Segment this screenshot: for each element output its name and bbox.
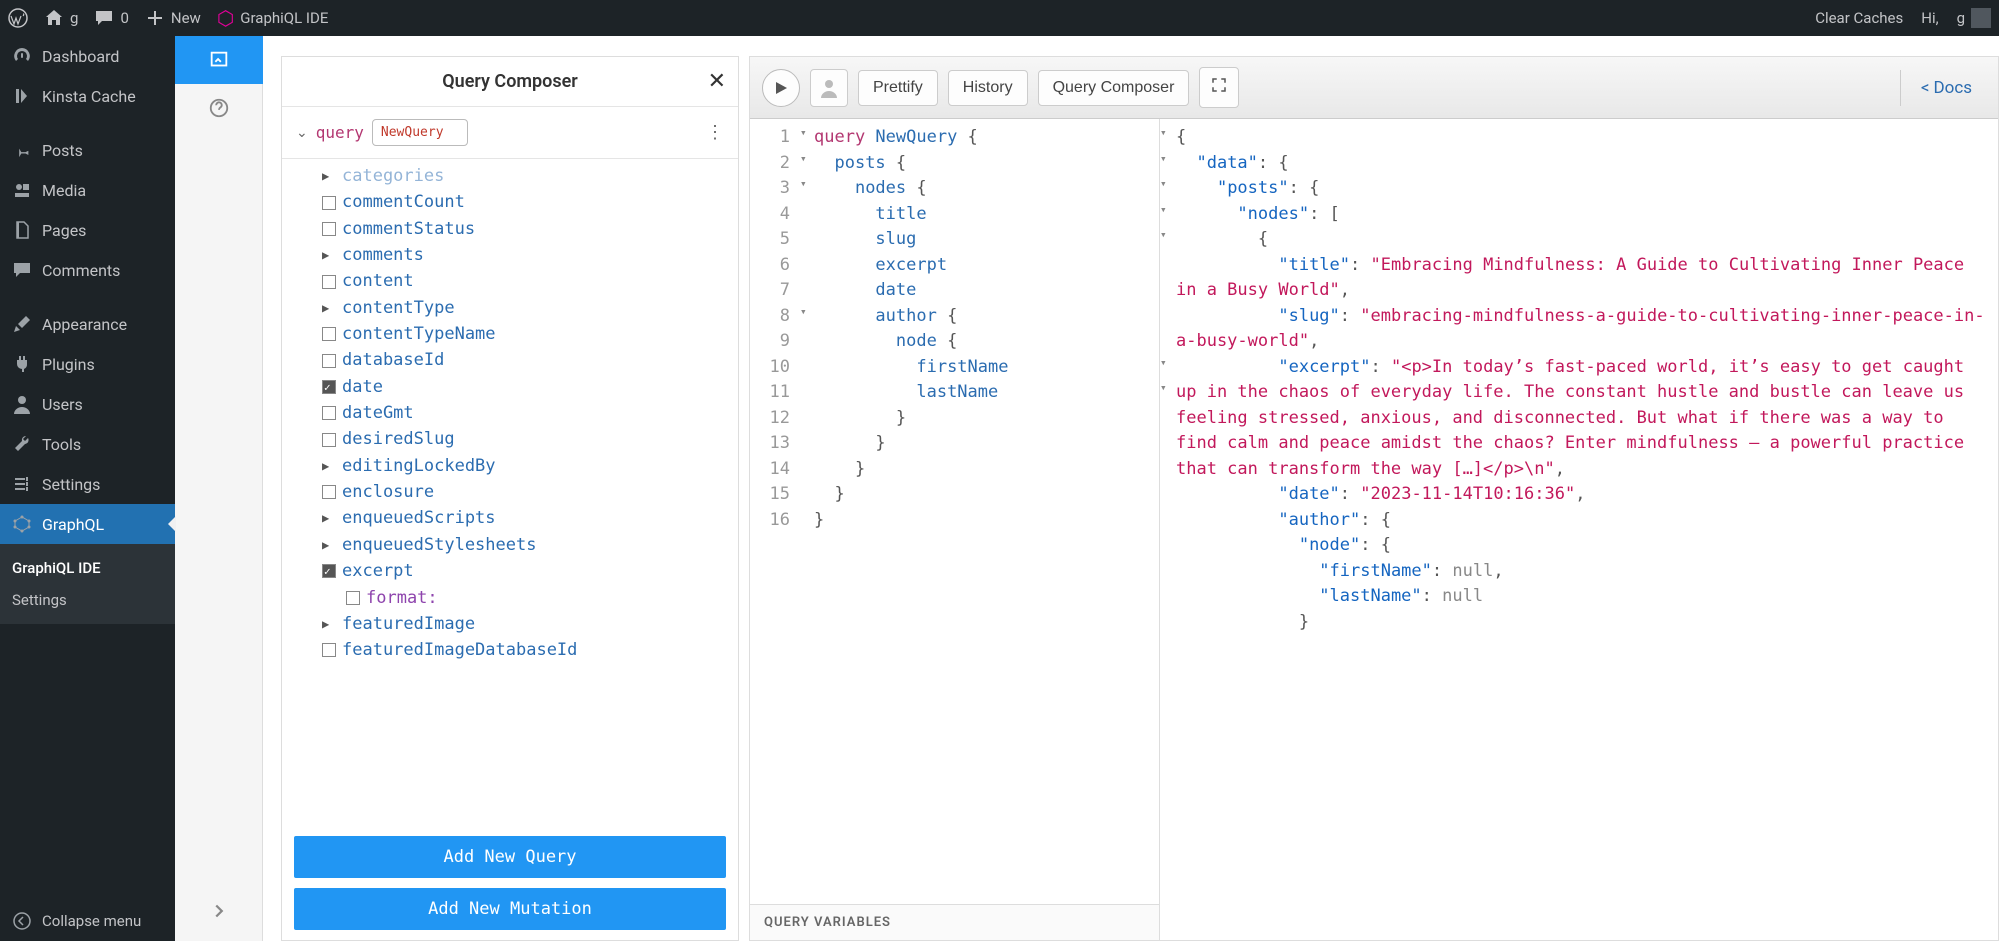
sidebar-item-appearance[interactable]: Appearance [0, 304, 175, 344]
sidebar-item-tools[interactable]: Tools [0, 424, 175, 464]
field-content[interactable]: content [322, 268, 738, 294]
graphiql-icon-sidebar [175, 36, 263, 941]
sidebar-item-dashboard[interactable]: Dashboard [0, 36, 175, 76]
explorer-icon[interactable] [175, 36, 263, 84]
wp-logo-icon[interactable] [8, 8, 28, 28]
collapse-menu[interactable]: Collapse menu [0, 901, 175, 941]
user-greeting[interactable]: Hi, [1921, 9, 1938, 27]
new-link[interactable]: New [145, 8, 201, 28]
query-keyword: query [316, 123, 364, 142]
field-date[interactable]: date [322, 374, 738, 400]
comments-link[interactable]: 0 [94, 8, 128, 28]
sidebar-item-plugins[interactable]: Plugins [0, 344, 175, 384]
query-composer-panel: Query Composer ✕ ⌄ query ⋮ ▶categoriesco… [281, 56, 739, 941]
sidebar-item-settings[interactable]: Settings [0, 464, 175, 504]
add-query-button[interactable]: Add New Query [294, 836, 726, 878]
avatar [1971, 8, 1991, 28]
query-editor[interactable]: 12345678910111213141516▾▾▾▾query NewQuer… [750, 119, 1160, 940]
sidebar-item-kinsta-cache[interactable]: Kinsta Cache [0, 76, 175, 116]
field-categories[interactable]: ▶categories [322, 163, 738, 189]
field-enqueuedStylesheets[interactable]: ▶enqueuedStylesheets [322, 532, 738, 558]
graphql-logo-icon: ⬡ [217, 6, 234, 30]
composer-button[interactable]: Query Composer [1038, 70, 1190, 106]
field-dateGmt[interactable]: dateGmt [322, 400, 738, 426]
sidebar-item-posts[interactable]: Posts [0, 130, 175, 170]
field-databaseId[interactable]: databaseId [322, 347, 738, 373]
field-commentCount[interactable]: commentCount [322, 189, 738, 215]
more-icon[interactable]: ⋮ [706, 122, 724, 143]
submenu-item[interactable]: GraphiQL IDE [0, 552, 175, 584]
field-format[interactable]: format: [322, 585, 738, 611]
field-contentType[interactable]: ▶contentType [322, 295, 738, 321]
add-mutation-button[interactable]: Add New Mutation [294, 888, 726, 930]
close-icon[interactable]: ✕ [708, 69, 726, 94]
chevron-right-icon[interactable] [175, 887, 263, 935]
field-featuredImageDatabaseId[interactable]: featuredImageDatabaseId [322, 637, 738, 663]
history-button[interactable]: History [948, 70, 1028, 106]
graphiql-ide-link[interactable]: ⬡GraphiQL IDE [217, 6, 329, 30]
docs-button[interactable]: <Docs [1900, 70, 1986, 106]
field-desiredSlug[interactable]: desiredSlug [322, 426, 738, 452]
user-initial[interactable]: g [1957, 8, 1991, 28]
field-enclosure[interactable]: enclosure [322, 479, 738, 505]
field-contentTypeName[interactable]: contentTypeName [322, 321, 738, 347]
sidebar-item-media[interactable]: Media [0, 170, 175, 210]
composer-field-list: ▶categoriescommentCountcommentStatus▶com… [282, 159, 738, 826]
site-home[interactable]: g [44, 8, 78, 28]
sidebar-item-comments[interactable]: Comments [0, 250, 175, 290]
chevron-down-icon[interactable]: ⌄ [296, 125, 308, 141]
fullscreen-button[interactable] [1199, 67, 1239, 108]
field-commentStatus[interactable]: commentStatus [322, 216, 738, 242]
prettify-button[interactable]: Prettify [858, 70, 938, 106]
query-variables-toggle[interactable]: QUERY VARIABLES [750, 904, 1159, 940]
wp-adminbar: g 0 New ⬡GraphiQL IDE Clear Caches Hi, g [0, 0, 1999, 36]
help-icon[interactable] [175, 84, 263, 132]
composer-title: Query Composer [442, 71, 578, 92]
field-enqueuedScripts[interactable]: ▶enqueuedScripts [322, 505, 738, 531]
submenu-item[interactable]: Settings [0, 584, 175, 616]
graphiql-toolbar: Prettify History Query Composer <Docs [750, 57, 1998, 119]
field-comments[interactable]: ▶comments [322, 242, 738, 268]
clear-caches[interactable]: Clear Caches [1815, 9, 1903, 27]
sidebar-item-pages[interactable]: Pages [0, 210, 175, 250]
query-name-input[interactable] [372, 119, 468, 146]
sidebar-item-users[interactable]: Users [0, 384, 175, 424]
execute-button[interactable] [762, 69, 800, 107]
result-pane: ▾▾▾▾▾▾▾{ "data": { "posts": { "nodes": [… [1160, 119, 1998, 940]
wp-admin-sidebar: DashboardKinsta Cache PostsMediaPagesComm… [0, 36, 175, 941]
sidebar-item-graphql[interactable]: GraphQL [0, 504, 175, 544]
auth-button[interactable] [810, 69, 848, 107]
field-excerpt[interactable]: excerpt [322, 558, 738, 584]
field-editingLockedBy[interactable]: ▶editingLockedBy [322, 453, 738, 479]
field-featuredImage[interactable]: ▶featuredImage [322, 611, 738, 637]
